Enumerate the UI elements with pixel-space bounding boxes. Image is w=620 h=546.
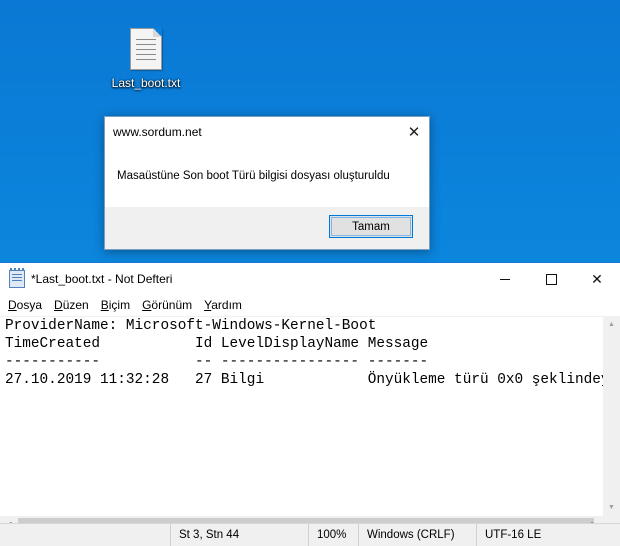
status-cursor-position: St 3, Stn 44 (170, 524, 309, 546)
dialog-message: Masaüstüne Son boot Türü bilgisi dosyası… (117, 170, 390, 182)
notepad-window: *Last_boot.txt - Not Defteri ✕ Dosya Düz… (0, 262, 620, 546)
editor-line: TimeCreated Id LevelDisplayName Message (5, 336, 429, 352)
vertical-scrollbar[interactable]: ▲ ▼ (603, 316, 620, 516)
desktop-file-last-boot[interactable]: Last_boot.txt (104, 28, 188, 90)
status-bar: St 3, Stn 44 100% Windows (CRLF) UTF-16 … (0, 523, 620, 546)
desktop-file-label: Last_boot.txt (111, 76, 181, 90)
status-zoom: 100% (308, 524, 359, 546)
editor-line: 27.10.2019 11:32:28 27 Bilgi Önyükleme t… (5, 372, 620, 388)
text-editor[interactable]: ProviderName: Microsoft-Windows-Kernel-B… (0, 316, 620, 517)
minimize-icon[interactable] (482, 263, 528, 295)
status-line-ending: Windows (CRLF) (358, 524, 477, 546)
window-title: *Last_boot.txt - Not Defteri (31, 272, 173, 286)
scroll-down-icon[interactable]: ▼ (603, 499, 620, 516)
text-file-icon (130, 28, 162, 70)
editor-line: ----------- -- ---------------- ------- (5, 354, 429, 370)
window-controls: ✕ (482, 263, 620, 295)
menu-bar: Dosya Düzen Biçim Görünüm Yardım (0, 295, 620, 315)
message-dialog: www.sordum.net ✕ Masaüstüne Son boot Tür… (104, 116, 430, 250)
menu-duzen[interactable]: Düzen (48, 298, 95, 312)
editor-line: ProviderName: Microsoft-Windows-Kernel-B… (5, 318, 377, 334)
dialog-close-icon[interactable]: ✕ (399, 117, 429, 147)
ok-button[interactable]: Tamam (329, 215, 413, 238)
menu-yardim[interactable]: Yardım (198, 298, 248, 312)
scroll-up-icon[interactable]: ▲ (603, 316, 620, 333)
dialog-footer: Tamam (105, 207, 429, 249)
close-icon[interactable]: ✕ (574, 263, 620, 295)
menu-bicim[interactable]: Biçim (95, 298, 136, 312)
menu-dosya[interactable]: Dosya (2, 298, 48, 312)
maximize-icon[interactable] (528, 263, 574, 295)
notepad-titlebar[interactable]: *Last_boot.txt - Not Defteri ✕ (0, 263, 620, 295)
menu-gorunum[interactable]: Görünüm (136, 298, 198, 312)
dialog-title: www.sordum.net (113, 125, 202, 139)
notepad-icon (9, 268, 25, 288)
status-encoding: UTF-16 LE (476, 524, 615, 546)
